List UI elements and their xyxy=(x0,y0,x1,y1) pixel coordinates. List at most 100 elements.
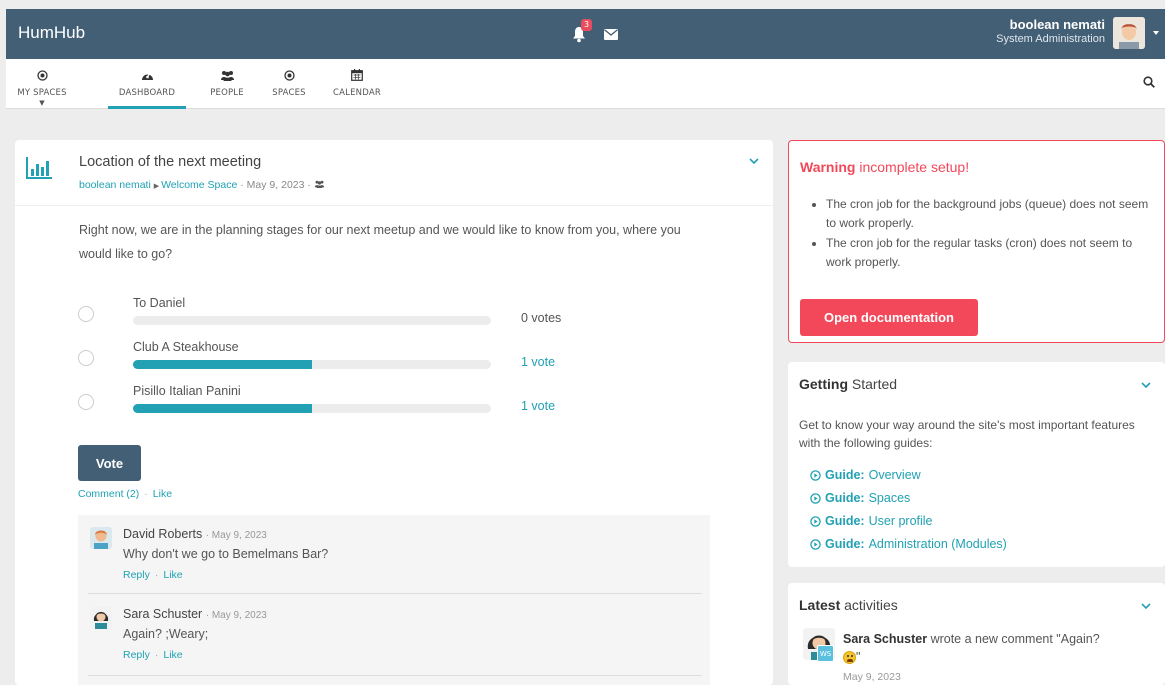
like-link[interactable]: Like xyxy=(163,569,182,581)
caret-right-icon: ▶ xyxy=(153,183,162,190)
top-bar: HumHub 3 boolean nemati System Administr… xyxy=(6,9,1165,59)
poll-option-label: To Daniel xyxy=(133,296,186,310)
dot-circle-icon xyxy=(36,70,48,81)
reply-link[interactable]: Reply xyxy=(123,649,150,661)
nav-dashboard-label: DASHBOARD xyxy=(118,88,176,98)
users-icon xyxy=(220,71,234,81)
main-navigation: MY SPACES ▼ DASHBOARD PEOPLE SPACES CALE… xyxy=(6,59,1165,109)
activity-date: May 9, 2023 xyxy=(843,671,901,683)
like-link[interactable]: Like xyxy=(153,488,172,500)
comment-author-link[interactable]: Sara Schuster xyxy=(123,607,202,621)
notification-area: 3 xyxy=(564,19,634,47)
getting-started-panel: Getting Started Get to know your way aro… xyxy=(788,362,1165,567)
search-icon xyxy=(1143,76,1155,88)
space-badge: WS xyxy=(817,645,834,662)
caret-down-icon: ▼ xyxy=(39,99,45,107)
comment-date: May 9, 2023 xyxy=(211,610,267,621)
poll-option-progress xyxy=(133,404,491,413)
post-actions: Comment (2) · Like xyxy=(78,488,173,500)
warning-list: The cron job for the background jobs (qu… xyxy=(826,195,1156,273)
search-button[interactable] xyxy=(1143,76,1155,92)
poll-option-progress xyxy=(133,360,491,369)
panel-toggle-chevron-down-icon[interactable] xyxy=(1141,599,1151,614)
notification-count-badge: 3 xyxy=(581,19,593,31)
nav-calendar[interactable]: CALENDAR xyxy=(326,59,388,109)
panel-title: Getting Started xyxy=(799,376,898,392)
getting-started-text: Get to know your way around the site's m… xyxy=(799,418,1135,450)
poll-option: Club A Steakhouse 1 vote xyxy=(75,340,575,380)
nav-calendar-label: CALENDAR xyxy=(333,88,381,98)
nav-spaces[interactable]: SPACES xyxy=(264,59,314,109)
play-circle-icon xyxy=(810,492,821,504)
nav-people[interactable]: PEOPLE xyxy=(202,59,252,109)
comment-avatar[interactable] xyxy=(90,607,112,629)
poll-option-progress-fill xyxy=(133,404,312,413)
latest-activities-panel: Latest activities WS Sara Schuster wrote… xyxy=(788,583,1165,685)
comment-date: May 9, 2023 xyxy=(211,530,267,541)
messages-button[interactable] xyxy=(600,25,622,43)
user-menu-caret-icon[interactable] xyxy=(1153,31,1159,35)
reply-link[interactable]: Reply xyxy=(123,569,150,581)
poll-option-progress xyxy=(133,316,491,325)
brand-logo[interactable]: HumHub xyxy=(18,23,85,43)
calendar-icon xyxy=(351,69,363,81)
poll-option-progress-fill xyxy=(133,360,312,369)
activity-text: Sara Schuster wrote a new comment "Again… xyxy=(843,632,1100,665)
comment-author: Sara Schuster · May 9, 2023 xyxy=(123,607,267,621)
panel-toggle-chevron-down-icon[interactable] xyxy=(1141,378,1151,393)
panel-title: Latest activities xyxy=(799,597,898,613)
post-date: May 9, 2023 xyxy=(246,179,305,191)
nav-people-label: PEOPLE xyxy=(210,88,244,98)
user-name: boolean nemati xyxy=(1009,17,1105,32)
post-menu-chevron-down-icon[interactable] xyxy=(749,154,759,169)
users-icon xyxy=(314,180,325,188)
comment-actions: Reply · Like xyxy=(123,649,183,661)
comment-avatar[interactable] xyxy=(90,527,112,549)
poll-chart-icon xyxy=(26,157,52,183)
poll-option-radio[interactable] xyxy=(78,394,94,410)
warning-title: Warning incomplete setup! xyxy=(800,159,970,175)
divider xyxy=(88,675,702,676)
poll-option-votes[interactable]: 1 vote xyxy=(521,399,555,413)
guide-link-user-profile[interactable]: Guide: User profile xyxy=(810,514,933,528)
poll-post-card: Location of the next meeting boolean nem… xyxy=(15,140,773,685)
post-meta: boolean nemati ▶ Welcome Space · May 9, … xyxy=(79,179,325,191)
poll-option-votes[interactable]: 0 votes xyxy=(521,311,561,325)
comment-actions: Reply · Like xyxy=(123,569,183,581)
post-title: Location of the next meeting xyxy=(79,154,262,170)
post-author-link[interactable]: boolean nemati xyxy=(79,179,151,191)
activity-author[interactable]: Sara Schuster xyxy=(843,632,927,646)
guide-link-overview[interactable]: Guide: Overview xyxy=(810,468,921,482)
open-documentation-button[interactable]: Open documentation xyxy=(800,299,978,336)
nav-dashboard[interactable]: DASHBOARD xyxy=(108,59,186,109)
comment-link[interactable]: Comment (2) xyxy=(78,488,139,500)
play-circle-icon xyxy=(810,515,821,527)
poll-option: Pisillo Italian Panini 1 vote xyxy=(75,384,575,424)
poll-option-radio[interactable] xyxy=(78,306,94,322)
poll-option-label: Club A Steakhouse xyxy=(133,340,239,354)
user-avatar[interactable] xyxy=(1113,17,1145,49)
like-link[interactable]: Like xyxy=(163,649,182,661)
user-menu[interactable]: boolean nemati System Administration xyxy=(996,17,1105,45)
post-body: Right now, we are in the planning stages… xyxy=(79,223,681,261)
nav-my-spaces-label: MY SPACES xyxy=(17,88,67,98)
warning-item: The cron job for the background jobs (qu… xyxy=(826,195,1156,233)
guide-link-spaces[interactable]: Guide: Spaces xyxy=(810,491,910,505)
play-circle-icon xyxy=(810,538,821,550)
warning-item: The cron job for the regular tasks (cron… xyxy=(826,234,1156,272)
poll-option-label: Pisillo Italian Panini xyxy=(133,384,241,398)
guide-link-administration[interactable]: Guide: Administration (Modules) xyxy=(810,537,1007,551)
vote-button[interactable]: Vote xyxy=(78,445,141,481)
weary-emoji-icon xyxy=(843,651,856,665)
comment-text: Why don't we go to Bemelmans Bar? xyxy=(123,547,329,561)
user-role: System Administration xyxy=(996,33,1105,45)
poll-option-radio[interactable] xyxy=(78,350,94,366)
poll-option-votes[interactable]: 1 vote xyxy=(521,355,555,369)
comment-author-link[interactable]: David Roberts xyxy=(123,527,202,541)
notifications-button[interactable]: 3 xyxy=(564,19,594,47)
tachometer-icon xyxy=(141,72,153,80)
nav-my-spaces[interactable]: MY SPACES ▼ xyxy=(14,59,70,109)
post-space-link[interactable]: Welcome Space xyxy=(161,179,237,191)
nav-spaces-label: SPACES xyxy=(272,88,306,98)
comments-section: David Roberts · May 9, 2023 Why don't we… xyxy=(78,515,710,685)
